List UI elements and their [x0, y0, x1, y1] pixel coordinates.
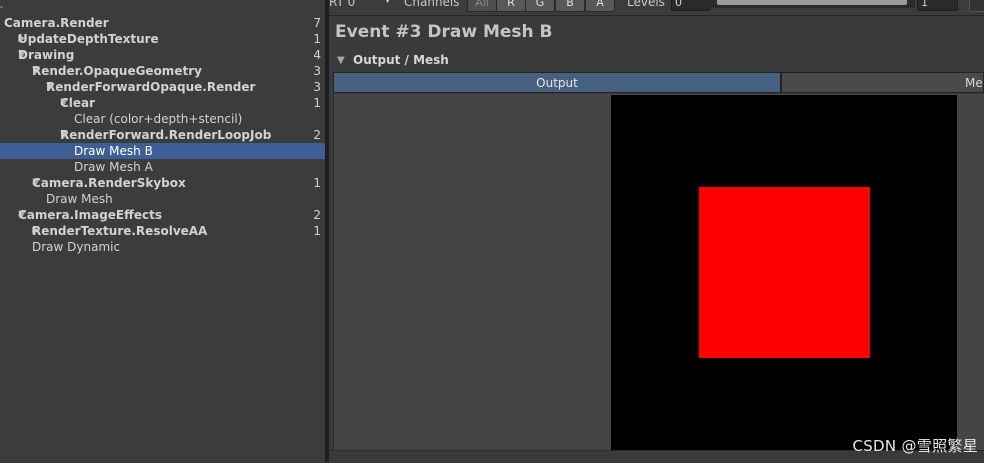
- tree-row[interactable]: ▼ Clear 1: [0, 95, 325, 111]
- channel-all-button[interactable]: All: [467, 0, 497, 12]
- tree-row-label: Draw Dynamic: [32, 240, 121, 254]
- tree-row[interactable]: ▼ Camera.ImageEffects 2: [0, 207, 325, 223]
- tree-row[interactable]: ▼ RenderForward.RenderLoopJob 2: [0, 127, 325, 143]
- tree-row[interactable]: Draw Dynamic: [0, 239, 325, 255]
- tree-row-label: Camera.RenderSkybox: [32, 176, 186, 190]
- triangle-down-icon: ▼: [337, 55, 345, 66]
- event-tree: Camera.Render 7 ▶ UpdateDepthTexture 1 ▼ Drawi…: [0, 15, 325, 255]
- tree-row-label: Clear: [60, 96, 96, 110]
- preview-tab-bar: Output Me: [333, 72, 984, 94]
- levels-range-fill[interactable]: [717, 0, 907, 5]
- watermark-text: CSDN @雪照繁星: [852, 437, 978, 455]
- levels-max-field[interactable]: 1: [917, 0, 958, 11]
- tab-output[interactable]: Output: [333, 72, 781, 93]
- tree-row-count: 7: [313, 16, 321, 30]
- tree-row-label: RenderForward.RenderLoopJob: [60, 128, 272, 142]
- channel-g-button[interactable]: G: [525, 0, 555, 12]
- tree-row[interactable]: Draw Mesh: [0, 191, 325, 207]
- tree-row[interactable]: Clear (color+depth+stencil): [0, 111, 325, 127]
- tree-row[interactable]: Draw Mesh A: [0, 159, 325, 175]
- tree-row[interactable]: ▶ UpdateDepthTexture 1: [0, 31, 325, 47]
- tree-row-count: 1: [313, 224, 321, 238]
- tree-row-label: Clear (color+depth+stencil): [74, 112, 243, 126]
- tree-row-count: 3: [313, 64, 321, 78]
- tree-row-count: 1: [313, 176, 321, 190]
- section-label: Output / Mesh: [353, 53, 449, 67]
- levels-min-field[interactable]: 0: [671, 0, 710, 11]
- tree-row-label: RenderForwardOpaque.Render: [46, 80, 256, 94]
- event-details-panel: RT 0 ▼ Channels All R G B A Levels 0 1 E…: [329, 0, 984, 463]
- toolbar-extra-button[interactable]: [969, 0, 984, 12]
- tree-row-count: 2: [313, 208, 321, 222]
- channels-label: Channels: [404, 0, 460, 9]
- tree-row-label: Draw Mesh: [46, 192, 113, 206]
- tree-row-count: 2: [313, 128, 321, 142]
- tree-row-label: Drawing: [18, 48, 75, 62]
- tree-row[interactable]: ▼ RenderForwardOpaque.Render 3: [0, 79, 325, 95]
- preview-margin: [957, 95, 984, 450]
- tree-row-count: 1: [313, 96, 321, 110]
- levels-range-slider[interactable]: [709, 0, 915, 8]
- tree-row[interactable]: ▶ RenderTexture.ResolveAA 1: [0, 223, 325, 239]
- event-title: Event #3 Draw Mesh B: [335, 22, 553, 42]
- preview-area: [333, 94, 984, 450]
- tree-row-count: 1: [313, 32, 321, 46]
- tree-row-label: Render.OpaqueGeometry: [32, 64, 202, 78]
- channel-a-button[interactable]: A: [585, 0, 615, 12]
- tree-row-label: RenderTexture.ResolveAA: [32, 224, 208, 238]
- tree-row-label: UpdateDepthTexture: [18, 32, 159, 46]
- render-target-value: RT 0: [329, 0, 356, 9]
- tree-row-label: Draw Mesh A: [74, 160, 153, 174]
- tree-row-count: 3: [313, 80, 321, 94]
- preview-toolbar: RT 0 ▼ Channels All R G B A Levels 0 1: [329, 0, 984, 16]
- dropdown-arrow-icon: ▼: [384, 0, 391, 5]
- tree-row[interactable]: Draw Mesh B: [0, 143, 325, 159]
- channel-r-button[interactable]: R: [496, 0, 526, 12]
- tree-row[interactable]: ▼ Camera.RenderSkybox 1: [0, 175, 325, 191]
- tree-row-count: 4: [313, 48, 321, 62]
- tree-row[interactable]: ▼ Render.OpaqueGeometry 3: [0, 63, 325, 79]
- scroll-up-icon[interactable]: ‸: [0, 0, 325, 15]
- tree-row[interactable]: Camera.Render 7: [0, 15, 325, 31]
- tab-mesh[interactable]: Me: [781, 72, 984, 93]
- event-hierarchy-panel: ‸ Camera.Render 7 ▶ UpdateDepthTexture 1 ▼ Dra…: [0, 0, 325, 462]
- channel-b-button[interactable]: B: [555, 0, 585, 12]
- red-mesh-quad: [699, 187, 870, 358]
- tree-row-label: Camera.Render: [4, 16, 109, 30]
- tree-row-label: Draw Mesh B: [74, 144, 153, 158]
- tree-row-label: Camera.ImageEffects: [18, 208, 162, 222]
- output-mesh-foldout[interactable]: ▼ Output / Mesh: [333, 52, 984, 70]
- render-target-dropdown[interactable]: RT 0 ▼: [329, 0, 393, 11]
- tree-row[interactable]: ▼ Drawing 4: [0, 47, 325, 63]
- levels-label: Levels: [627, 0, 665, 9]
- render-target-preview: [611, 95, 957, 450]
